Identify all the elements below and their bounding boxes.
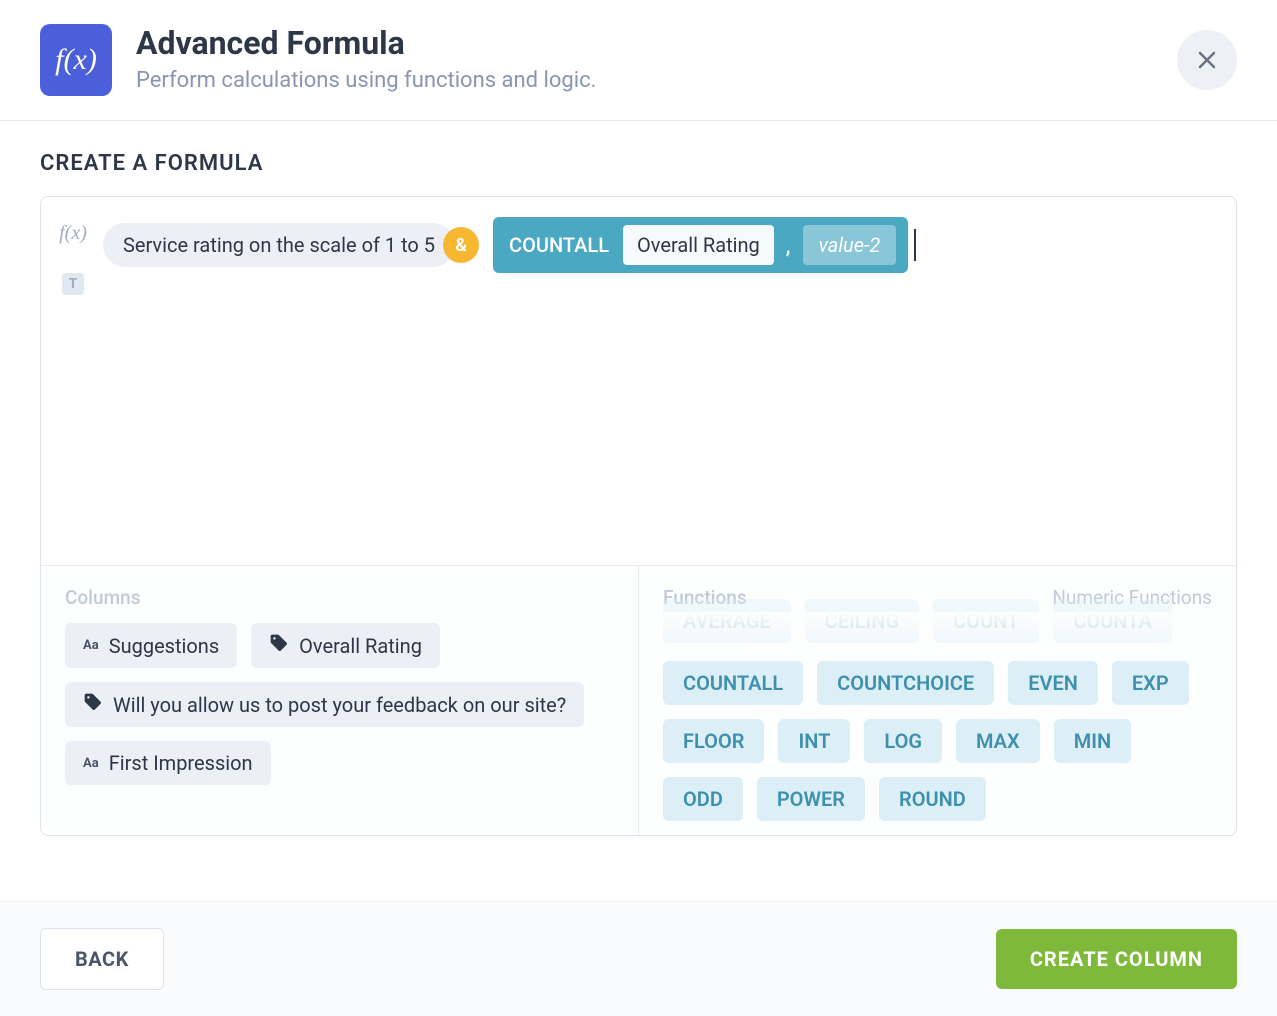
close-button[interactable] [1177,30,1237,90]
function-chip[interactable]: COUNTCHOICE [817,661,994,705]
text-column-icon: Aa [83,756,99,771]
header-text: Advanced Formula Perform calculations us… [136,24,596,93]
columns-pane: Columns Aa Suggestions Overall Rating Will … [41,566,639,835]
dialog-header: f(x) Advanced Formula Perform calculatio… [0,0,1277,121]
close-icon [1195,48,1219,72]
function-chip[interactable]: INT [778,719,850,763]
page-title: Advanced Formula [136,24,596,62]
fx-mode-icon[interactable]: f(x) [61,221,85,245]
columns-pane-header: Columns [65,586,614,609]
fx-glyph: f(x) [55,43,97,77]
functions-list-partial: AVERAGE CEILING COUNT COUNTA [663,599,1212,643]
function-chip[interactable]: FLOOR [663,719,764,763]
columns-list: Aa Suggestions Overall Rating Will you allo… [65,623,614,785]
formula-content: Service rating on the scale of 1 to 5 & … [103,213,916,273]
editor-mode-icons: f(x) T [61,213,85,295]
functions-pane: Functions Numeric Functions AVERAGECEILI… [639,566,1236,835]
text-mode-icon[interactable]: T [62,273,84,295]
back-button[interactable]: BACK [40,928,164,990]
function-chip[interactable]: COUNT [933,599,1039,643]
function-arg-1[interactable]: Overall Rating [623,225,774,265]
function-chip[interactable]: COUNTALL [663,661,803,705]
formula-icon: f(x) [40,24,112,96]
function-chip[interactable]: COUNTA [1053,599,1172,643]
column-chip-label: First Impression [109,751,253,775]
tag-icon [269,633,289,658]
function-chip[interactable]: POWER [757,777,865,821]
function-chip[interactable]: ODD [663,777,743,821]
column-chip[interactable]: Aa Suggestions [65,623,237,668]
function-chip[interactable]: EVEN [1008,661,1098,705]
picker-panes: Columns Aa Suggestions Overall Rating Will … [41,565,1236,835]
column-chip[interactable]: Will you allow us to post your feedback … [65,682,584,727]
function-chip[interactable]: AVERAGE [663,599,791,643]
text-cursor [914,229,916,261]
column-chip[interactable]: Aa First Impression [65,741,271,785]
function-chip[interactable]: ROUND [879,777,986,821]
create-column-button[interactable]: CREATE COLUMN [996,929,1237,989]
tag-icon [83,692,103,717]
function-arg-placeholder[interactable]: value-2 [803,225,897,265]
dialog-footer: BACK CREATE COLUMN [0,901,1277,1016]
function-chip[interactable]: MAX [956,719,1040,763]
page-subtitle: Perform calculations using functions and… [136,68,596,93]
function-chip[interactable]: LOG [864,719,942,763]
columns-pane-title: Columns [65,586,141,609]
function-token[interactable]: COUNTALL Overall Rating , value-2 [493,217,908,273]
section-title: CREATE A FORMULA [40,151,1237,176]
function-name: COUNTALL [505,231,613,259]
column-chip-label: Will you allow us to post your feedback … [113,693,566,717]
formula-editor[interactable]: f(x) T Service rating on the scale of 1 … [41,197,1236,565]
function-chip[interactable]: CEILING [805,599,919,643]
functions-list: COUNTALL COUNTCHOICE EVEN EXP FLOOR INT LOG MAX… [663,661,1212,821]
column-chip[interactable]: Overall Rating [251,623,440,668]
formula-box: f(x) T Service rating on the scale of 1 … [40,196,1237,836]
column-chip-label: Overall Rating [299,634,422,658]
function-chip[interactable]: MIN [1054,719,1131,763]
function-chip[interactable]: EXP [1112,661,1189,705]
dialog-content: CREATE A FORMULA f(x) T Service rating o… [0,121,1277,836]
column-chip-label: Suggestions [109,634,219,658]
text-token[interactable]: Service rating on the scale of 1 to 5 [103,223,455,267]
concat-operator[interactable]: & [443,227,479,263]
function-comma: , [784,233,793,257]
text-column-icon: Aa [83,638,99,653]
